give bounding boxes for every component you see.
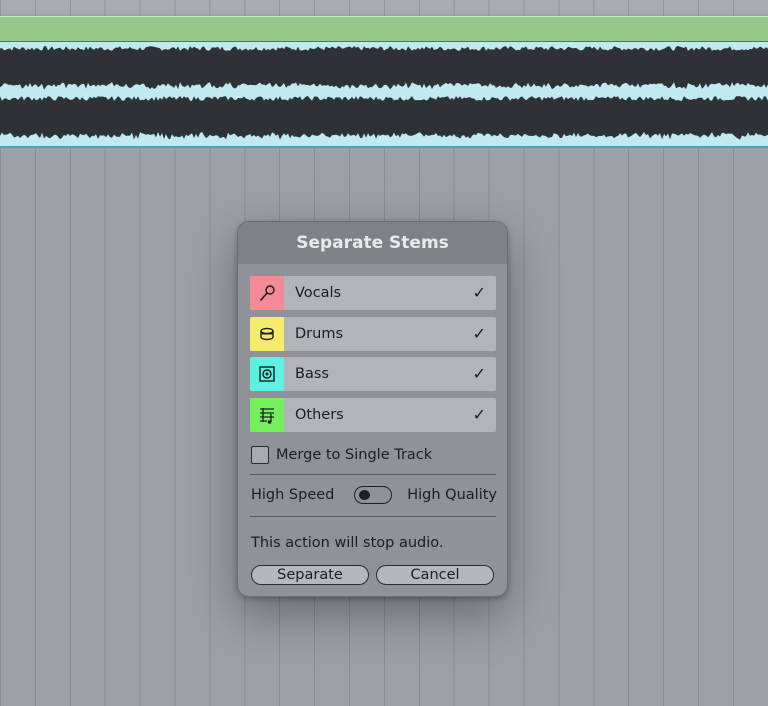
divider	[250, 474, 496, 475]
others-checkmark-icon: ✓	[472, 405, 486, 425]
bass-color-swatch	[250, 357, 284, 392]
waveform	[0, 46, 768, 140]
stem-label-others: Others	[295, 407, 344, 424]
separate-stems-dialog: Separate Stems Vocals ✓ Drums ✓ Bass ✓ O…	[237, 221, 508, 597]
cancel-button[interactable]: Cancel	[376, 565, 494, 585]
separate-button[interactable]: Separate	[251, 565, 369, 585]
drums-color-swatch	[250, 316, 284, 351]
track-lane-top	[0, 0, 768, 14]
microphone-icon	[260, 285, 275, 301]
stem-row-vocals[interactable]: Vocals ✓	[250, 276, 496, 310]
high-speed-label: High Speed	[251, 487, 335, 503]
stem-row-drums[interactable]: Drums ✓	[250, 316, 496, 351]
audio-clip[interactable]	[0, 14, 768, 148]
stem-label-vocals: Vocals	[295, 285, 342, 301]
high-quality-label: High Quality	[407, 487, 497, 503]
divider	[250, 516, 496, 517]
speaker-icon	[259, 366, 275, 383]
drum-icon	[260, 327, 274, 340]
quality-switch-row: High Speed High Quality	[251, 484, 497, 508]
waveform-channel	[0, 96, 768, 140]
stem-row-others[interactable]: Others ✓	[250, 398, 496, 433]
clip-header[interactable]	[0, 16, 768, 42]
sheet-music-icon	[260, 408, 274, 424]
stem-row-bass[interactable]: Bass ✓	[250, 357, 496, 392]
waveform-channel	[0, 46, 768, 90]
vocals-color-swatch	[250, 276, 284, 310]
stem-label-drums: Drums	[295, 325, 343, 342]
merge-label: Merge to Single Track	[276, 447, 433, 463]
merge-option: Merge to Single Track	[251, 446, 497, 468]
toggle-knob	[359, 489, 370, 500]
quality-toggle[interactable]	[354, 486, 392, 504]
stem-label-bass: Bass	[295, 366, 329, 383]
vocals-checkmark-icon: ✓	[472, 283, 486, 302]
drums-checkmark-icon: ✓	[472, 323, 486, 343]
warning-text: This action will stop audio.	[251, 535, 444, 551]
bass-checkmark-icon: ✓	[472, 364, 486, 384]
stem-list: Vocals ✓ Drums ✓ Bass ✓ Others ✓	[250, 276, 496, 439]
dialog-title: Separate Stems	[238, 222, 507, 264]
others-color-swatch	[250, 398, 284, 433]
clip-waveform-area[interactable]	[0, 42, 768, 148]
merge-checkbox[interactable]	[251, 446, 269, 464]
